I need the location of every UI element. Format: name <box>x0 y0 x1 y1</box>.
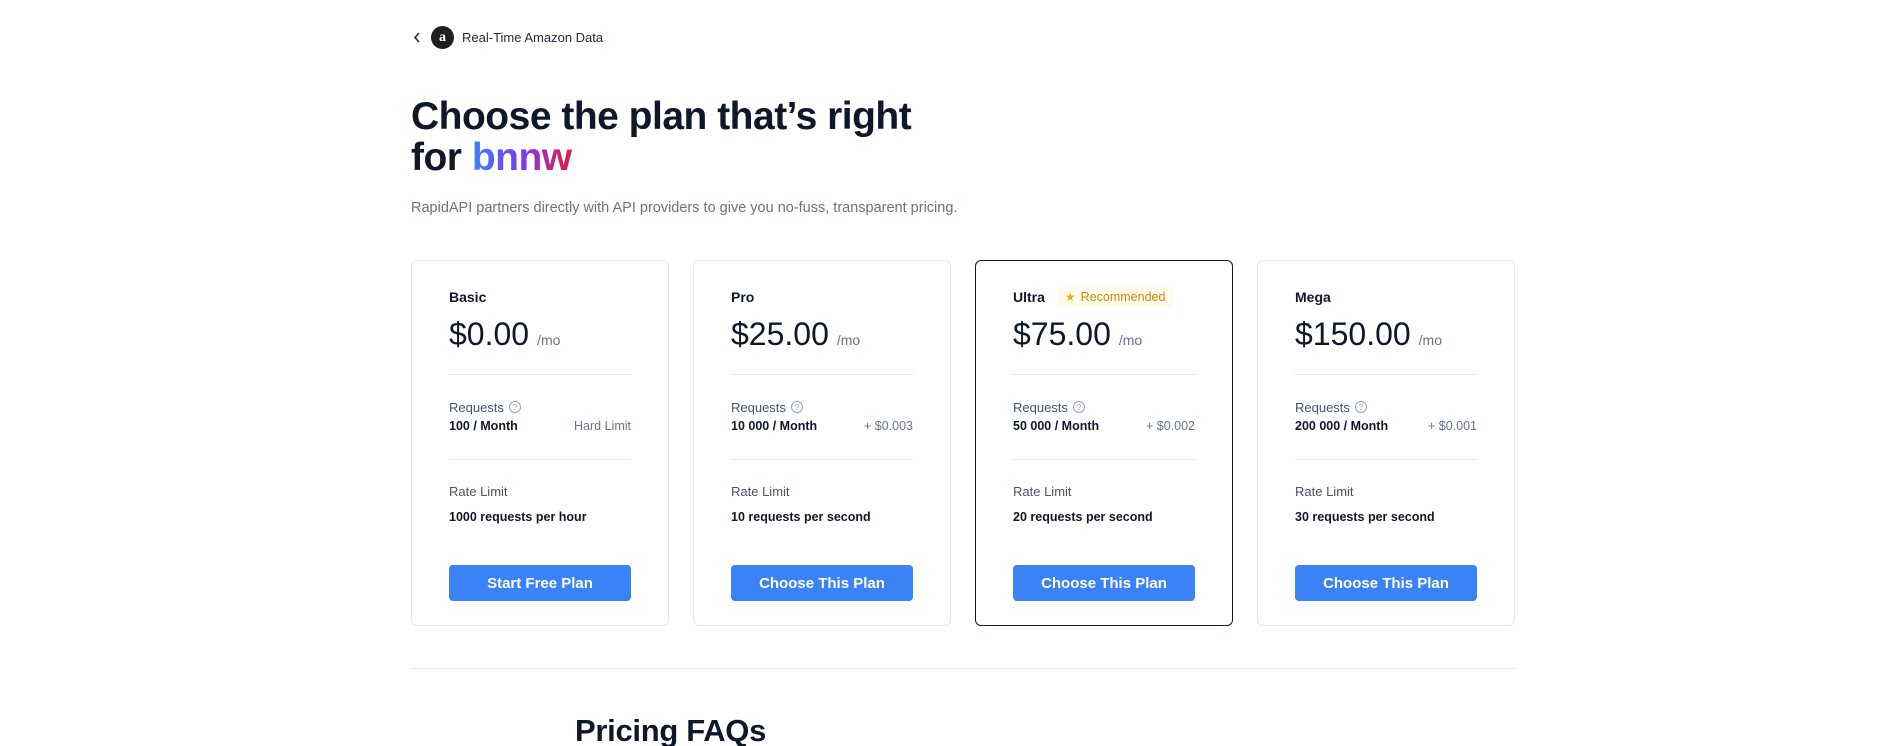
price-period: /mo <box>836 332 861 348</box>
choose-plan-button[interactable]: Choose This Plan <box>731 565 913 601</box>
rate-limit-value: 1000 requests per hour <box>449 510 587 524</box>
requests-overage: Hard Limit <box>574 419 631 433</box>
choose-plan-button[interactable]: Choose This Plan <box>1013 565 1195 601</box>
requests-label: Requests <box>731 399 786 415</box>
requests-value: 200 000 / Month <box>1295 419 1389 433</box>
plan-card-pro: Pro $25.00 /mo Requests ? 10 000 / Month… <box>693 260 951 626</box>
divider <box>1013 459 1195 460</box>
price-period: /mo <box>1118 332 1143 348</box>
divider <box>1013 374 1195 375</box>
requests-value: 10 000 / Month <box>731 419 818 433</box>
page-subtitle: RapidAPI partners directly with API prov… <box>411 200 958 216</box>
star-icon: ★ <box>1064 290 1076 304</box>
title-for: for <box>411 136 472 179</box>
price-period: /mo <box>537 332 561 348</box>
recommended-badge: ★ Recommended <box>1056 287 1174 307</box>
requests-label: Requests <box>1295 399 1350 415</box>
requests-overage: + $0.003 <box>863 419 913 433</box>
help-icon[interactable]: ? <box>1072 401 1085 413</box>
price-period: /mo <box>1418 332 1443 348</box>
requests-overage: + $0.002 <box>1145 419 1195 433</box>
requests-value: 50 000 / Month <box>1013 419 1100 433</box>
rate-limit-value: 30 requests per second <box>1295 510 1435 524</box>
api-name[interactable]: Real-Time Amazon Data <box>462 30 603 45</box>
section-divider <box>411 668 1515 669</box>
rate-limit-value: 20 requests per second <box>1013 510 1153 524</box>
help-icon[interactable]: ? <box>790 401 803 413</box>
divider <box>449 459 631 460</box>
divider <box>731 374 913 375</box>
plan-card-ultra: Ultra ★ Recommended $75.00 /mo Requests … <box>975 260 1233 626</box>
rate-limit-value: 10 requests per second <box>731 510 871 524</box>
rate-limit-label: Rate Limit <box>1295 484 1354 499</box>
amazon-logo-icon: a <box>431 26 454 49</box>
rate-limit-label: Rate Limit <box>1013 484 1072 499</box>
help-icon[interactable]: ? <box>508 401 521 413</box>
plan-card-mega: Mega $150.00 /mo Requests ? 200 000 / Mo… <box>1257 260 1515 626</box>
plans-grid: Basic $0.00 /mo Requests ? 100 / Month H… <box>411 260 1515 626</box>
plan-price: $0.00 <box>449 316 530 352</box>
plan-card-basic: Basic $0.00 /mo Requests ? 100 / Month H… <box>411 260 669 626</box>
requests-value: 100 / Month <box>449 419 518 433</box>
requests-label: Requests <box>1013 399 1068 415</box>
rate-limit-label: Rate Limit <box>449 484 508 499</box>
divider <box>731 459 913 460</box>
plan-name: Basic <box>449 289 487 305</box>
plan-price: $150.00 <box>1295 316 1411 352</box>
rate-limit-label: Rate Limit <box>731 484 790 499</box>
plan-name: Pro <box>731 289 755 305</box>
divider <box>1295 459 1477 460</box>
help-icon[interactable]: ? <box>1354 401 1367 413</box>
requests-overage: + $0.001 <box>1427 419 1477 433</box>
badge-label: Recommended <box>1080 290 1166 304</box>
title-user-name: bnnw <box>471 136 572 179</box>
faq-heading: Pricing FAQs <box>575 713 767 746</box>
choose-plan-button[interactable]: Choose This Plan <box>1295 565 1477 601</box>
plan-name: Mega <box>1295 289 1331 305</box>
start-free-plan-button[interactable]: Start Free Plan <box>449 565 631 601</box>
breadcrumb: a Real-Time Amazon Data <box>411 26 603 49</box>
divider <box>449 374 631 375</box>
page-title: Choose the plan that’s right for bnnw <box>411 95 912 179</box>
requests-label: Requests <box>449 399 504 415</box>
title-line-1: Choose the plan that’s right <box>411 95 912 138</box>
plan-price: $75.00 <box>1013 316 1111 352</box>
chevron-left-icon[interactable] <box>411 32 423 44</box>
plan-name: Ultra <box>1013 289 1045 305</box>
plan-price: $25.00 <box>731 316 829 352</box>
divider <box>1295 374 1477 375</box>
